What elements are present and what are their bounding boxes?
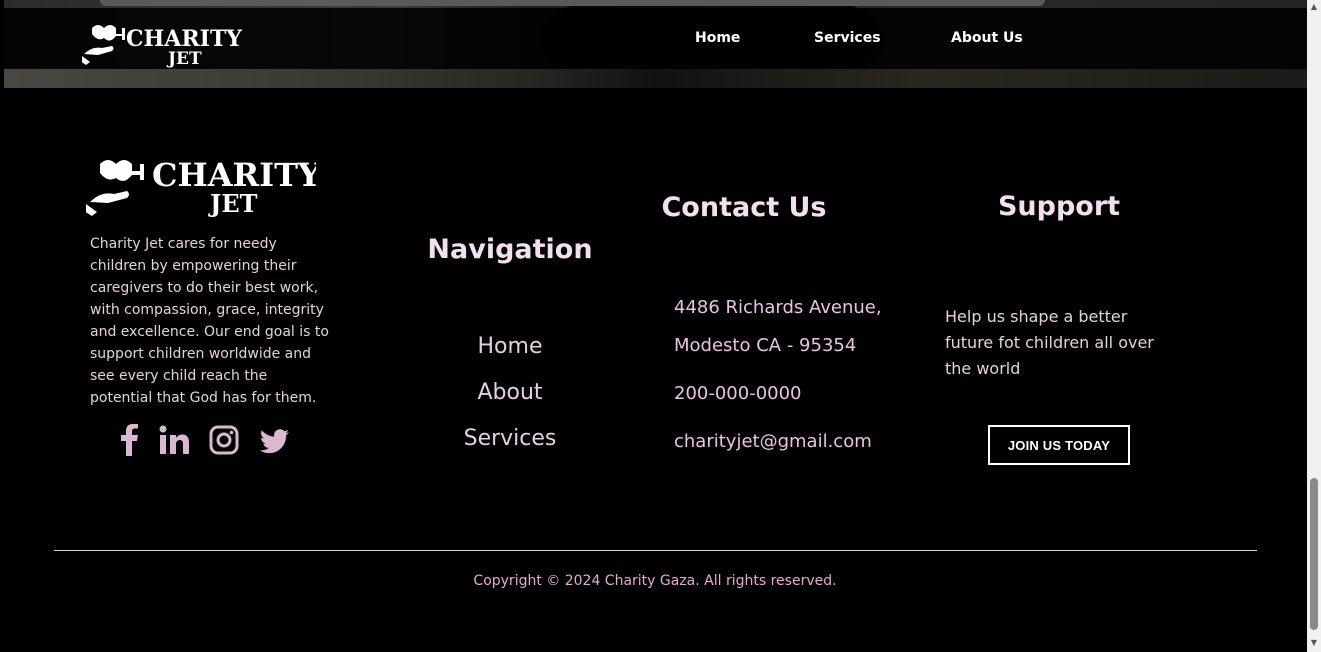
- logo-hands-icon: [84, 160, 144, 216]
- logo-text-jet: JET: [166, 49, 202, 68]
- hero-photo-band: [4, 68, 1307, 88]
- scrollbar-thumb[interactable]: [1310, 478, 1318, 630]
- logo-text-jet: JET: [208, 189, 258, 218]
- scroll-up-icon[interactable]: ▲: [1309, 2, 1319, 12]
- logo-hands-icon: [80, 25, 125, 65]
- top-shadow: [100, 0, 1045, 6]
- nav-services-link[interactable]: Services: [814, 30, 881, 46]
- footer-nav-services-link[interactable]: Services: [410, 426, 610, 451]
- nav-about-link[interactable]: About Us: [951, 30, 1023, 46]
- footer-nav-home-link[interactable]: Home: [410, 334, 610, 359]
- support-heading: Support: [997, 191, 1121, 222]
- phone-number[interactable]: 200-000-0000: [674, 383, 802, 404]
- header-logo[interactable]: CHARITY JET: [80, 16, 242, 69]
- email-link[interactable]: charityjet@gmail.com: [674, 431, 872, 452]
- facebook-icon[interactable]: [118, 424, 140, 456]
- linkedin-icon[interactable]: [159, 424, 189, 456]
- instagram-icon[interactable]: [209, 424, 239, 456]
- contact-heading: Contact Us: [661, 192, 827, 223]
- footer-logo[interactable]: CHARITY JET: [84, 152, 322, 220]
- address-line-1: 4486 Richards Avenue,: [674, 297, 882, 318]
- nav-home-link[interactable]: Home: [695, 30, 740, 46]
- twitter-icon[interactable]: [259, 424, 290, 456]
- address-line-2: Modesto CA - 95354: [674, 335, 857, 356]
- support-description: Help us shape a better future fot childr…: [945, 307, 1154, 378]
- site-header: CHARITY JET Home Services About Us: [4, 8, 1307, 69]
- scroll-down-icon[interactable]: ▼: [1309, 638, 1319, 648]
- about-description: Charity Jet cares for needy children by …: [90, 236, 329, 406]
- footer-divider: [54, 550, 1257, 551]
- navigation-heading: Navigation: [427, 234, 593, 265]
- copyright-text: Copyright © 2024 Charity Gaza. All right…: [473, 573, 837, 589]
- join-us-button[interactable]: JOIN US TODAY: [988, 425, 1130, 465]
- footer-nav-about-link[interactable]: About: [410, 380, 610, 405]
- page-scrollbar[interactable]: ▲ ▼: [1307, 0, 1321, 652]
